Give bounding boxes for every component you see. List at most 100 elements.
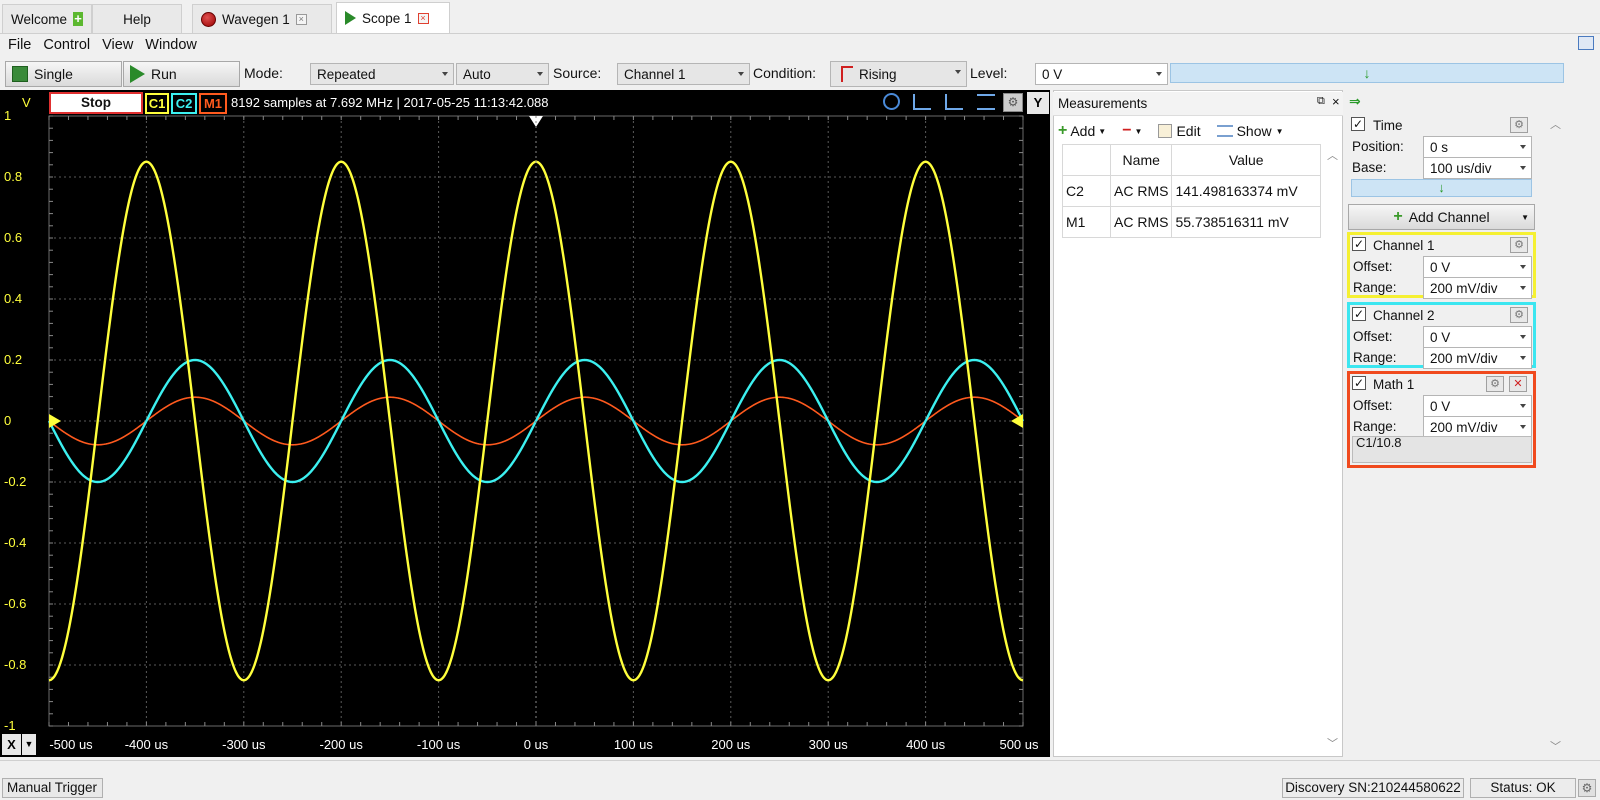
rising-edge-icon [841, 66, 853, 82]
gear-icon[interactable]: ⚙ [1510, 117, 1528, 133]
remove-measurement-button[interactable]: − ▼ [1122, 122, 1142, 140]
plus-icon: + [1058, 122, 1068, 139]
collapse-arrow-icon[interactable]: ⇒ [1349, 93, 1361, 110]
condition-value: Rising [859, 66, 897, 82]
x-axis-button[interactable]: X [2, 734, 21, 755]
row-name: AC RMS [1109, 175, 1173, 207]
tab-welcome[interactable]: Welcome + [2, 4, 92, 33]
gear-icon[interactable]: ⚙ [1510, 307, 1528, 323]
channel-2-offset-input[interactable]: 0 V [1423, 326, 1532, 348]
arrow-down-icon: ↓ [1363, 65, 1371, 81]
measurements-toolbar: + Add ▼ − ▼ Edit Show ▼ [1058, 121, 1284, 141]
arrow-down-icon: ↓ [1438, 180, 1445, 195]
add-label: Add [1070, 123, 1096, 139]
table-row[interactable]: M1 AC RMS 55.738516311 mV [1062, 206, 1321, 238]
measurements-title: Measurements [1058, 96, 1148, 111]
single-label: Single [34, 66, 73, 82]
range-label: Range: [1353, 280, 1397, 295]
tab-scope[interactable]: Scope 1 × [336, 2, 450, 33]
chevron-down-icon[interactable]: ▼ [22, 734, 36, 755]
x-tick-label: -500 us [49, 737, 93, 752]
math-1-title: Math 1 [1373, 377, 1415, 392]
table-row[interactable]: C2 AC RMS 141.498163374 mV [1062, 175, 1321, 207]
row-name: AC RMS [1109, 206, 1173, 238]
time-checkbox[interactable]: ✓ [1351, 117, 1365, 131]
chevron-down-icon: ▼ [1098, 126, 1107, 136]
position-input[interactable]: 0 s [1423, 136, 1532, 158]
tab-label: Wavegen 1 [222, 11, 290, 27]
close-icon[interactable]: × [417, 12, 429, 24]
y-tick-label: -0.6 [4, 596, 27, 611]
row-source: M1 [1062, 206, 1111, 238]
scope-plot[interactable] [0, 90, 1050, 757]
y-tick-label: -0.2 [4, 474, 27, 489]
math-1-checkbox[interactable]: ✓ [1352, 376, 1366, 390]
base-select[interactable]: 100 us/div [1423, 157, 1532, 179]
level-input[interactable]: 0 V [1035, 63, 1168, 85]
chevron-down-icon[interactable]: ﹀ [1550, 738, 1561, 754]
tab-help[interactable]: Help [92, 4, 182, 33]
menu-view[interactable]: View [102, 37, 133, 57]
gear-icon[interactable]: ⚙ [1510, 237, 1528, 253]
y-tick-label: 0.6 [4, 230, 23, 245]
window-restore-icon[interactable] [1578, 36, 1594, 50]
x-tick-label: 0 us [523, 737, 549, 752]
level-slider[interactable]: ↓ [1170, 63, 1564, 83]
manual-trigger-button[interactable]: Manual Trigger [2, 778, 103, 798]
plus-icon[interactable]: + [73, 12, 83, 26]
x-tick-label: 400 us [906, 737, 946, 752]
channel-1-checkbox[interactable]: ✓ [1352, 237, 1366, 251]
close-icon[interactable]: × [295, 13, 307, 25]
connection-status: Status: OK [1470, 778, 1576, 798]
x-tick-label: 500 us [999, 737, 1039, 752]
run-button[interactable]: Run [123, 61, 240, 87]
mode-label: Mode: [244, 65, 283, 81]
tab-label: Welcome [11, 11, 68, 27]
x-tick-label: -200 us [319, 737, 363, 752]
menu-control[interactable]: Control [43, 37, 90, 57]
math-1-range-select[interactable]: 200 mV/div [1423, 416, 1532, 438]
device-status[interactable]: Discovery SN:210244580622 [1282, 778, 1464, 798]
single-button[interactable]: Single [5, 61, 122, 87]
tab-wavegen[interactable]: Wavegen 1 × [192, 4, 332, 33]
mode-select[interactable]: Repeated [310, 63, 454, 85]
gear-icon[interactable]: ⚙ [1486, 376, 1504, 392]
chevron-down-icon[interactable]: ﹀ [1327, 735, 1338, 751]
play-icon [345, 11, 356, 25]
chevron-down-icon: ▼ [1134, 126, 1143, 136]
record-icon [201, 11, 216, 27]
edit-label: Edit [1176, 123, 1201, 139]
close-icon[interactable]: ✕ [1509, 376, 1527, 392]
channel-2-range-select[interactable]: 200 mV/div [1423, 347, 1532, 369]
edit-measurement-button[interactable]: Edit [1158, 123, 1201, 139]
offset-label: Offset: [1353, 329, 1393, 344]
source-select[interactable]: Channel 1 [617, 63, 750, 85]
time-slider[interactable]: ↓ [1351, 179, 1532, 197]
float-icon[interactable]: ⧉ [1317, 95, 1325, 108]
y-tick-label: -0.4 [4, 535, 27, 550]
chevron-up-icon[interactable]: ︿ [1550, 116, 1561, 132]
x-tick-label: -400 us [124, 737, 169, 752]
channel-2-title: Channel 2 [1373, 308, 1435, 323]
add-channel-button[interactable]: + Add Channel ▼ [1348, 204, 1535, 230]
measurements-header: Measurements ⧉ × [1053, 92, 1343, 116]
scrollbar[interactable]: ︿ ﹀ [1326, 145, 1340, 755]
offset-label: Offset: [1353, 259, 1393, 274]
math-1-offset-input[interactable]: 0 V [1423, 395, 1532, 417]
trigger-auto-select[interactable]: Auto [456, 63, 549, 85]
menu-window[interactable]: Window [145, 37, 197, 57]
close-icon[interactable]: × [1332, 94, 1340, 109]
math-formula-input[interactable]: C1/10.8 [1352, 436, 1532, 463]
menu-file[interactable]: File [8, 37, 31, 57]
chevron-up-icon[interactable]: ︿ [1327, 147, 1338, 163]
range-label: Range: [1353, 419, 1397, 434]
add-measurement-button[interactable]: + Add ▼ [1058, 122, 1106, 140]
column-header: Value [1171, 144, 1321, 176]
channel-2-checkbox[interactable]: ✓ [1352, 307, 1366, 321]
condition-select[interactable]: Rising [830, 61, 967, 87]
channel-1-offset-input[interactable]: 0 V [1423, 256, 1532, 278]
gear-icon[interactable]: ⚙ [1578, 779, 1596, 797]
channel-1-range-select[interactable]: 200 mV/div [1423, 277, 1532, 299]
show-measurement-button[interactable]: Show ▼ [1216, 123, 1284, 139]
y-tick-label: -0.8 [4, 657, 27, 672]
